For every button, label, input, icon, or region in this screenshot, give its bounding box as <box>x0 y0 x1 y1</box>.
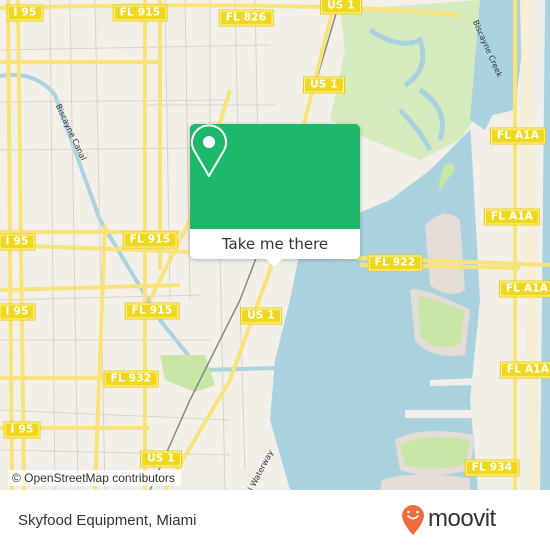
map-pin-icon <box>191 124 227 177</box>
road-shield: US 1 <box>140 450 182 468</box>
brand-name: moovit <box>428 505 496 532</box>
map-attribution[interactable]: © OpenStreetMap contributors <box>8 470 181 486</box>
road-shield: FL A1A <box>483 208 541 226</box>
road-shield: I 95 <box>0 233 36 251</box>
road-shield: FL 934 <box>464 459 520 477</box>
road-shield: I 95 <box>3 421 41 439</box>
footer: Skyfood Equipment, Miami moovit <box>0 490 550 550</box>
place-name: Skyfood Equipment, Miami <box>18 512 197 529</box>
moovit-pin-icon <box>402 505 424 535</box>
road-shield: US 1 <box>240 307 282 325</box>
island-1 <box>425 213 465 294</box>
road-shield: US 1 <box>303 76 345 94</box>
spit-2 <box>405 410 480 418</box>
map-view[interactable]: I 95 FL 915 FL 826 US 1 US 1 FL A1A I 95… <box>0 0 550 490</box>
park-west <box>160 355 215 392</box>
road-shield: FL 932 <box>103 370 159 388</box>
road-shield: FL A1A <box>499 361 550 379</box>
island-3-park <box>400 436 470 469</box>
road-shield: FL 915 <box>124 302 180 320</box>
location-popup: Take me there <box>190 124 360 267</box>
road-shield: I 95 <box>0 303 36 321</box>
moovit-logo[interactable]: moovit <box>400 502 496 536</box>
road-shield: US 1 <box>320 0 362 15</box>
road-shield: FL 915 <box>122 231 178 249</box>
road-shield: I 95 <box>6 4 44 22</box>
take-me-there-button[interactable]: Take me there <box>190 229 360 259</box>
road-shield: FL 826 <box>218 9 274 27</box>
popup-pointer <box>265 258 283 267</box>
road-shield: FL A1A <box>498 280 550 298</box>
road-shield: FL A1A <box>489 127 547 145</box>
popup-header <box>190 124 360 229</box>
road-shield: FL 915 <box>112 4 168 22</box>
road-shield: FL 922 <box>367 254 423 272</box>
